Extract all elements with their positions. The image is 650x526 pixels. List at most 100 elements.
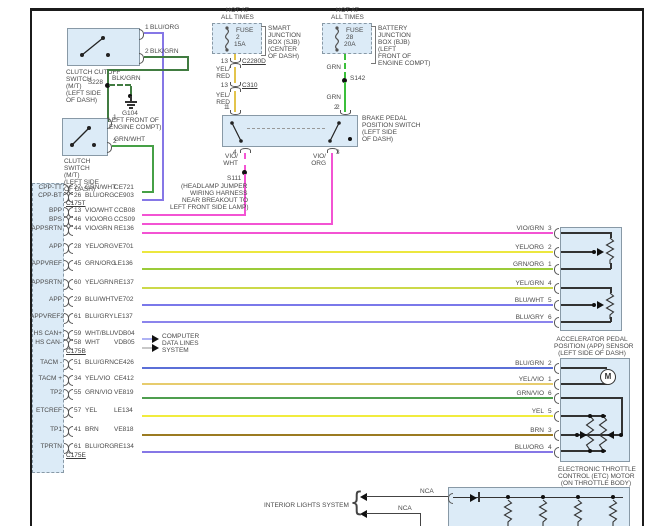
wire-label: YEL/ — [214, 66, 230, 73]
wire-label: NCA — [420, 488, 434, 495]
junction-dot — [348, 137, 352, 141]
splice-note: NEAR BREAKOUT TO — [182, 197, 248, 204]
wire-label: BLU/ORG — [504, 444, 544, 451]
splice-note: LEFT FRONT SIDE LAMP) — [170, 204, 249, 211]
connector-pin-icon — [554, 247, 559, 258]
bracket — [261, 26, 265, 27]
junction-dot — [601, 414, 605, 418]
pcm-connector-name: C175E — [66, 452, 86, 459]
wire-label: BLU/ORG — [150, 24, 179, 31]
wire-label: GRN/ORG — [504, 261, 544, 268]
pin-number: 4 — [548, 280, 552, 287]
connector-pin-icon — [68, 296, 73, 307]
pcm-row: TACM +34YEL/VIOCE412 — [0, 375, 142, 384]
pcm-row: APPVREF261BLU/GRYLE137 — [0, 313, 142, 322]
wire-yel-grn — [142, 287, 553, 289]
fuse-number: 28 — [346, 34, 353, 41]
connector-pin-icon — [554, 300, 559, 311]
splice-note: (HEADLAMP JUMPER — [181, 183, 247, 190]
wire-vio-org — [142, 223, 333, 225]
junction-dot — [601, 449, 605, 453]
wire-wht-blu — [142, 338, 152, 340]
wire-grn-wht — [152, 145, 154, 193]
conn-pin: 13 — [216, 82, 228, 89]
wire-label: ORG — [310, 160, 326, 167]
fuse-icon — [332, 26, 342, 52]
wire-label: YEL/GRN — [504, 280, 544, 287]
wire-yel-red — [234, 91, 236, 112]
resistor-icon — [609, 500, 617, 526]
wire-label: GRN — [323, 94, 341, 101]
pcm-row: TP255GRN/VIOVE819 — [0, 389, 142, 398]
pin-number: 1 — [113, 114, 117, 121]
wire-label: RED — [214, 73, 230, 80]
pcm-row: APP28YEL/ORGVE701 — [0, 243, 142, 252]
motor-lead — [561, 367, 607, 369]
pcm-row: BPS46VIO/ORGCCS09 — [0, 216, 142, 225]
computer-data-label: SYSTEM — [162, 347, 189, 354]
pcm-row: TACM -51BLU/GRNCE426 — [0, 359, 142, 368]
wire-blk-grn-dashed — [109, 84, 131, 86]
fuse-amps: 20A — [344, 41, 356, 48]
wire-blu-wht — [142, 304, 553, 306]
wire-label: BLU/GRN — [504, 360, 544, 367]
conn-pin: 13 — [216, 58, 228, 65]
wire-yel-vio — [142, 383, 553, 385]
wire-grn-vio — [142, 397, 553, 399]
pin-number: 2 — [334, 104, 338, 111]
wire-label: VIO/ — [222, 153, 238, 160]
bracket — [371, 26, 375, 27]
wire-blu-org — [142, 199, 164, 201]
fuse-name: FUSE — [236, 27, 253, 34]
connector-pin-icon — [554, 447, 559, 458]
wire-yel-org — [142, 251, 553, 253]
connector-pin-icon — [68, 225, 73, 236]
bracket — [261, 55, 265, 56]
hot-label: HOT AT — [226, 7, 249, 14]
wire-blu-grn — [142, 367, 553, 369]
resistor-icon — [599, 416, 607, 451]
pin-number: 1 — [548, 261, 552, 268]
wire-label: BRN — [504, 427, 544, 434]
wiper-arrow-icon — [607, 431, 614, 439]
connector-pin-icon — [139, 29, 144, 40]
motor-lead — [561, 383, 607, 385]
computer-data-label: DATA LINES — [162, 340, 199, 347]
hot-label: HOT AT — [336, 7, 359, 14]
frame-right — [642, 8, 644, 526]
junction-dot — [575, 433, 579, 437]
wire-label: YEL — [504, 408, 544, 415]
resistor-icon — [586, 416, 594, 451]
connector-pin-icon — [68, 313, 73, 324]
wiper-arrow-icon — [580, 431, 587, 439]
wire-vio-wht-dashed — [244, 153, 246, 171]
wire-blu-org — [142, 451, 553, 453]
ground-loc: ENGINE COMPT) — [109, 124, 161, 131]
switch-icon — [228, 118, 246, 145]
wire-brn — [142, 434, 553, 436]
wire-label: VIO/GRN — [504, 225, 544, 232]
wire-label: BLK/GRN — [150, 48, 179, 55]
wire-label: WHT — [222, 160, 238, 167]
switch-icon — [66, 122, 102, 152]
connector-pin-icon — [554, 393, 559, 404]
pcm-row: TPRTN61BLU/ORGRE134 — [0, 443, 142, 452]
pcm-connector-name: C175B — [66, 348, 86, 355]
wire-blk-grn — [144, 56, 189, 58]
ground-label: G104 — [122, 110, 138, 117]
wire-wht — [142, 347, 152, 349]
junction-dot — [611, 495, 615, 499]
junction-dot — [576, 495, 580, 499]
pin-number: 2 — [548, 360, 552, 367]
splice-label: S228 — [84, 79, 103, 86]
wire-label: YEL/ORG — [504, 244, 544, 251]
fuse-amps: 15A — [234, 41, 246, 48]
switch-linkage — [247, 128, 325, 129]
pin-number: 6 — [548, 390, 552, 397]
connector-pin-icon — [68, 243, 73, 254]
pin-number: 5 — [548, 297, 552, 304]
wire-label: GRN — [323, 64, 341, 71]
wire-vio-grn — [142, 232, 553, 234]
wire-blk-grn — [107, 69, 189, 71]
pcm-connector-name: C175T — [66, 200, 86, 207]
